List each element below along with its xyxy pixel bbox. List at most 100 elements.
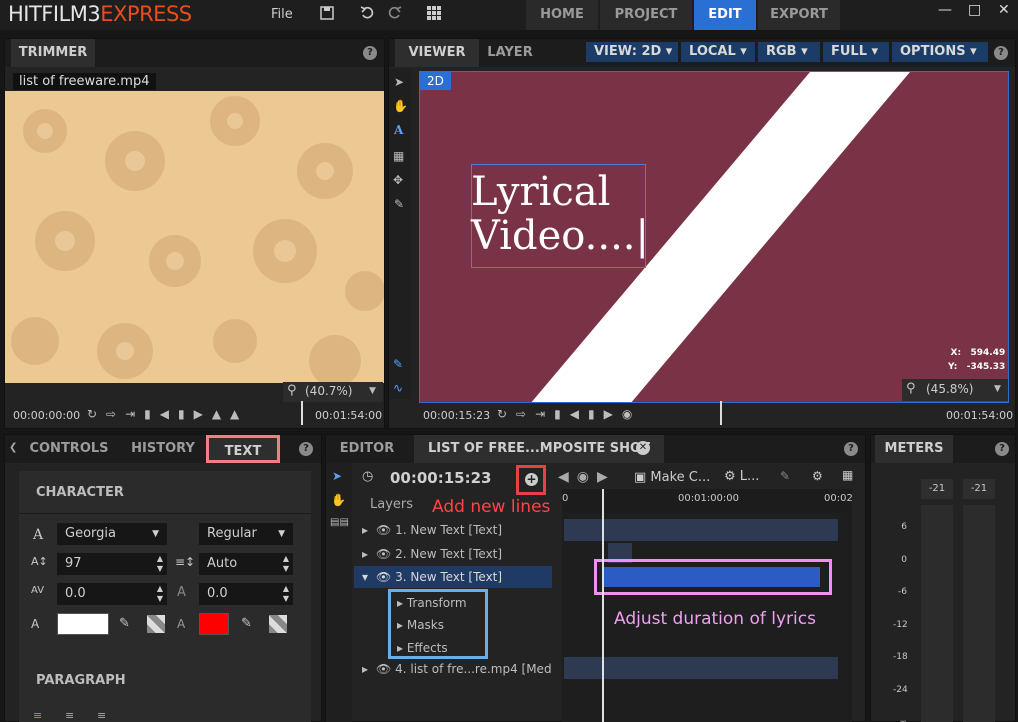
view-2d-badge: 2D <box>420 72 451 90</box>
make-composite-button[interactable]: ▣ Make C... <box>634 470 710 485</box>
viewer-transport[interactable]: ↻⇨⇥▮◀▮▶◉ <box>497 407 641 421</box>
transform-icon[interactable]: ▦ <box>393 149 404 163</box>
tab-viewer[interactable]: VIEWER <box>395 39 479 67</box>
text-panel: ❮ CONTROLS HISTORY TEXT ? CHARACTER A Ge… <box>4 434 322 722</box>
chevron-down-icon[interactable]: ▼ <box>369 386 376 396</box>
viewer-playhead[interactable] <box>720 401 722 425</box>
trimmer-playhead[interactable] <box>301 401 303 425</box>
viewer-canvas[interactable]: 2D Lyrical Video....| X: 594.49 Y: -345.… <box>419 71 1009 403</box>
film-icon[interactable]: ▦ <box>842 468 853 482</box>
transparent-stroke-icon[interactable] <box>269 615 287 633</box>
canvas-text[interactable]: Lyrical Video....| <box>471 170 649 258</box>
editor-panel: EDITOR LIST OF FREE...MPOSITE SHOT ✕ ? ➤… <box>325 434 866 722</box>
timeline-tracks[interactable]: Adjust duration of lyrics <box>562 489 852 722</box>
sublayer-effects[interactable]: ▸ Effects <box>397 637 487 659</box>
font-size-field[interactable]: 97 ▲ ▼ <box>57 553 167 575</box>
help-icon[interactable]: ? <box>994 46 1008 60</box>
timeline-ruler[interactable]: 0 00:01:00:00 00:02 <box>562 489 853 513</box>
layer-row[interactable]: ▸ 👁 2. New Text [Text] <box>354 543 552 565</box>
tab-home[interactable]: HOME <box>526 0 598 30</box>
tab-export[interactable]: EXPORT <box>758 0 840 30</box>
viewer-time-end: 00:01:54:00 <box>946 409 1014 422</box>
help-icon[interactable]: ? <box>299 442 313 456</box>
hand-icon[interactable]: ✋ <box>331 493 346 507</box>
align-left-icon[interactable]: ≡ <box>33 709 42 722</box>
rgb-dropdown[interactable]: RGB ▾ <box>758 42 820 62</box>
baseline-field[interactable]: 0.0 ▲ ▼ <box>199 583 293 605</box>
layer-row-selected[interactable]: ▾ 👁 3. New Text [Text] <box>354 566 552 588</box>
viewer-zoom[interactable]: (45.8%) <box>926 382 973 396</box>
tab-editor[interactable]: EDITOR <box>330 435 404 463</box>
local-dropdown[interactable]: LOCAL ▾ <box>681 42 755 62</box>
full-dropdown[interactable]: FULL ▾ <box>823 42 889 62</box>
transparent-fill-icon[interactable] <box>147 615 165 633</box>
clip-bar[interactable] <box>564 519 838 541</box>
viewer-time-start: 00:00:15:23 <box>423 409 491 422</box>
maximize-icon[interactable]: □ <box>968 2 981 18</box>
keyframe-nav-icons[interactable]: ◀◉▶ <box>558 469 616 485</box>
tab-history[interactable]: HISTORY <box>121 435 205 463</box>
tab-composite-shot[interactable]: LIST OF FREE...MPOSITE SHOT <box>414 435 664 463</box>
align-right-icon[interactable]: ≡ <box>97 709 106 722</box>
redo-icon[interactable] <box>388 5 402 25</box>
sublayer-transform[interactable]: ▸ Transform <box>397 592 487 614</box>
eyedropper-icon[interactable]: ✎ <box>241 616 252 631</box>
tracking-field[interactable]: 0.0 ▲ ▼ <box>57 583 167 605</box>
help-icon[interactable]: ? <box>363 46 377 60</box>
peak-left: -21 <box>921 479 953 499</box>
layer-row[interactable]: ▸ 👁 1. New Text [Text] <box>354 519 552 541</box>
leading-field[interactable]: Auto ▲ ▼ <box>199 553 293 575</box>
brush-icon[interactable]: ✎ <box>780 469 790 483</box>
search-icon: ⚲ <box>287 383 297 398</box>
path-icon[interactable]: ∿ <box>393 381 403 395</box>
meter-scale: 60-6-12-18-24-∞ <box>893 522 908 722</box>
tab-meters[interactable]: METERS <box>875 435 953 463</box>
close-icon[interactable]: ✕ <box>998 2 1010 18</box>
minimize-icon[interactable]: — <box>938 2 952 18</box>
font-style-select[interactable]: Regular ▼ <box>199 523 293 545</box>
selected-clip-bar[interactable] <box>604 567 820 587</box>
app-logo: HITFILM3EXPRESS <box>8 2 192 26</box>
undo-icon[interactable] <box>360 5 374 25</box>
close-tab-icon[interactable]: ✕ <box>636 441 650 455</box>
settings-dropdown[interactable]: ⚙ L... <box>724 469 759 484</box>
gear-icon[interactable]: ⚙ <box>812 469 823 483</box>
save-icon[interactable] <box>320 6 334 24</box>
tab-edit[interactable]: EDIT <box>694 0 756 30</box>
brush-icon[interactable]: ✎ <box>393 357 403 371</box>
chevron-down-icon[interactable]: ▼ <box>994 384 1001 394</box>
sublayer-masks[interactable]: ▸ Masks <box>397 614 487 636</box>
font-family-select[interactable]: Georgia ▼ <box>57 523 167 545</box>
pen-icon[interactable]: ✎ <box>394 197 404 211</box>
help-icon[interactable]: ? <box>995 442 1009 456</box>
layer-row[interactable]: ▸ 👁 4. list of fre...re.mp4 [Med <box>354 658 552 680</box>
anchor-icon[interactable]: ✥ <box>393 173 403 187</box>
clip-bar[interactable] <box>564 657 838 679</box>
pointer-icon[interactable]: ➤ <box>394 75 404 89</box>
tab-project[interactable]: PROJECT <box>600 0 692 30</box>
paragraph-section: PARAGRAPH ≡ ≡ ≡ <box>19 661 311 722</box>
slip-icon[interactable]: ▤▤ <box>330 517 349 528</box>
help-icon[interactable]: ? <box>844 442 858 456</box>
view-dropdown[interactable]: VIEW: 2D ▾ <box>586 42 678 62</box>
stroke-color-swatch[interactable] <box>199 613 229 635</box>
tab-controls[interactable]: CONTROLS <box>19 435 119 463</box>
trimmer-zoom[interactable]: (40.7%) <box>305 384 352 398</box>
trimmer-transport[interactable]: ↻⇨⇥▮◀▮▶▲▲ <box>87 407 248 421</box>
timeline-playhead[interactable] <box>602 489 604 722</box>
hand-icon[interactable]: ✋ <box>393 99 408 113</box>
chevron-left-icon[interactable]: ❮ <box>9 442 17 453</box>
text-tool-icon[interactable]: A <box>394 123 403 137</box>
pointer-icon[interactable]: ➤ <box>332 469 342 483</box>
eyedropper-icon[interactable]: ✎ <box>119 616 130 631</box>
options-dropdown[interactable]: OPTIONS ▾ <box>892 42 988 62</box>
tab-layer[interactable]: LAYER <box>479 39 541 67</box>
tab-text[interactable]: TEXT <box>206 435 280 463</box>
grid-icon[interactable] <box>427 6 442 25</box>
add-layer-button[interactable]: + <box>516 465 546 495</box>
editor-timecode[interactable]: 00:00:15:23 <box>390 469 492 487</box>
tab-trimmer[interactable]: TRIMMER <box>11 39 95 67</box>
align-center-icon[interactable]: ≡ <box>65 709 74 722</box>
fill-color-swatch[interactable] <box>57 613 109 635</box>
file-menu[interactable]: File <box>271 7 293 22</box>
